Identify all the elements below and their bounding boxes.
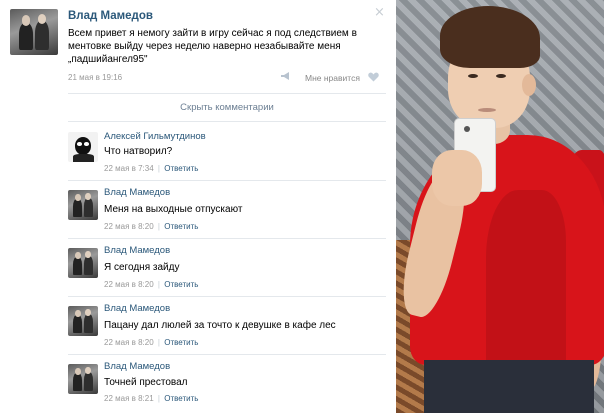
comment-text: Что натворил? — [104, 146, 173, 157]
mouth — [478, 108, 496, 112]
comment-author[interactable]: Влад Мамедов — [104, 303, 170, 314]
comment-author[interactable]: Влад Мамедов — [104, 361, 170, 372]
comment-date[interactable]: 22 мая в 8:20 — [104, 222, 154, 231]
heart-icon[interactable] — [368, 72, 379, 82]
phone-camera — [464, 126, 470, 132]
post-text: Всем привет я немогу зайти в игру сейчас… — [68, 28, 357, 65]
divider — [68, 180, 386, 181]
divider — [68, 296, 386, 297]
comment-meta: 22 мая в 8:20 | Ответить — [104, 280, 198, 289]
divider — [68, 121, 386, 122]
divider — [68, 354, 386, 355]
post-author-name[interactable]: Влад Мамедов — [68, 10, 153, 22]
wall-post-screenshot: Влад Мамедов × Всем привет я немогу зайт… — [0, 0, 396, 413]
reply-link[interactable]: Ответить — [164, 164, 198, 173]
separator: | — [157, 222, 160, 231]
comment-meta: 22 мая в 8:20 | Ответить — [104, 338, 198, 347]
comment-avatar[interactable] — [68, 306, 98, 336]
reply-link[interactable]: Ответить — [164, 338, 198, 347]
eye — [496, 74, 506, 78]
hair — [440, 6, 540, 68]
eye — [468, 74, 478, 78]
comment-date[interactable]: 22 мая в 8:20 — [104, 280, 154, 289]
post-date[interactable]: 21 мая в 19:16 — [68, 73, 122, 82]
comment-author[interactable]: Влад Мамедов — [104, 245, 170, 256]
comment-author[interactable]: Влад Мамедов — [104, 187, 170, 198]
comment-date[interactable]: 22 мая в 7:34 — [104, 164, 154, 173]
mirror-selfie-photo — [396, 0, 604, 413]
comment-text: Точней престовал — [104, 377, 188, 388]
reply-link[interactable]: Ответить — [164, 222, 198, 231]
comment-text: Я сегодня зайду — [104, 262, 180, 273]
comment-text: Пацану дал люлей за точто к девушке в ка… — [104, 320, 336, 331]
separator: | — [157, 280, 160, 289]
comment-text: Меня на выходные отпускают — [104, 204, 243, 215]
separator: | — [157, 338, 160, 347]
like-label[interactable]: Мне нравится — [305, 73, 360, 83]
comment-date[interactable]: 22 мая в 8:21 — [104, 394, 154, 403]
separator: | — [157, 164, 160, 173]
divider — [68, 238, 386, 239]
reply-link[interactable]: Ответить — [164, 394, 198, 403]
comment-avatar[interactable] — [68, 248, 98, 278]
comment-meta: 22 мая в 7:34 | Ответить — [104, 164, 198, 173]
comment-avatar[interactable] — [68, 190, 98, 220]
reply-link[interactable]: Ответить — [164, 280, 198, 289]
comment-meta: 22 мая в 8:21 | Ответить — [104, 394, 198, 403]
comment-meta: 22 мая в 8:20 | Ответить — [104, 222, 198, 231]
hide-comments-link[interactable]: Скрыть комментарии — [68, 98, 386, 118]
comment-avatar[interactable] — [68, 132, 98, 162]
separator: | — [157, 394, 160, 403]
megaphone-icon[interactable] — [280, 71, 292, 81]
divider — [68, 93, 386, 94]
comment-date[interactable]: 22 мая в 8:20 — [104, 338, 154, 347]
post-author-avatar[interactable] — [10, 9, 58, 55]
shirt-shadow — [486, 190, 566, 360]
comment-author[interactable]: Алексей Гильмутдинов — [104, 131, 206, 142]
close-icon[interactable]: × — [374, 6, 385, 19]
ear — [522, 74, 536, 96]
hand — [432, 150, 482, 206]
comment-avatar[interactable] — [68, 364, 98, 394]
jeans — [424, 360, 594, 413]
